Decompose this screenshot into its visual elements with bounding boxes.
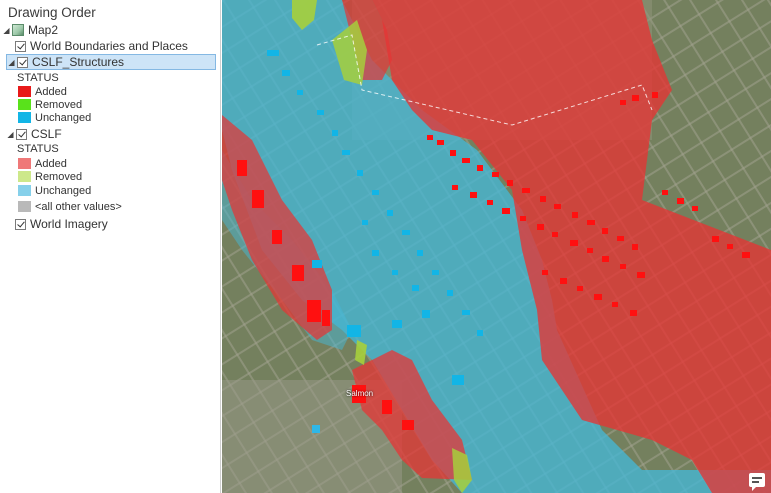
legend-label: Added xyxy=(35,157,67,170)
panel-title: Drawing Order xyxy=(8,5,96,20)
legend-label: Removed xyxy=(35,98,83,111)
pool xyxy=(312,425,320,433)
legend-swatch xyxy=(18,185,31,196)
layer-label: World Imagery xyxy=(30,217,108,231)
legend-item: Added xyxy=(18,157,67,170)
layer-cslf-structures[interactable]: ◢ CSLF_Structures xyxy=(6,54,216,70)
map-view[interactable]: Salmon xyxy=(222,0,771,493)
legend-item: Unchanged xyxy=(18,111,91,124)
layer-world-imagery[interactable]: World Imagery xyxy=(15,216,108,232)
status-header: STATUS xyxy=(17,72,59,84)
layer-world-boundaries[interactable]: World Boundaries and Places xyxy=(15,38,188,54)
status-header: STATUS xyxy=(17,143,59,155)
drawing-order-panel: Drawing Order ◢ Map2 World Boundaries an… xyxy=(0,0,221,493)
legend-label: Unchanged xyxy=(35,111,92,124)
legend-swatch xyxy=(18,99,31,110)
legend-label: Unchanged xyxy=(35,184,92,197)
legend-label: <all other values> xyxy=(35,200,122,213)
layer-label: CSLF_Structures xyxy=(32,55,125,69)
legend-swatch xyxy=(18,86,31,97)
legend-item: <all other values> xyxy=(18,200,122,213)
layer-label: CSLF xyxy=(31,127,62,141)
legend-label: Removed xyxy=(35,170,83,183)
layer-cslf[interactable]: ◢ CSLF xyxy=(6,126,62,142)
chat-icon[interactable] xyxy=(749,473,765,491)
map-icon xyxy=(12,24,24,36)
legend-swatch xyxy=(18,171,31,182)
legend-swatch xyxy=(18,112,31,123)
layer-visibility-checkbox[interactable] xyxy=(15,218,26,230)
layer-visibility-checkbox[interactable] xyxy=(15,40,26,52)
legend-swatch xyxy=(18,201,31,212)
map-node[interactable]: ◢ Map2 xyxy=(2,22,58,38)
legend-item: Removed xyxy=(18,98,82,111)
layer-visibility-checkbox[interactable] xyxy=(16,128,27,140)
legend-item: Removed xyxy=(18,170,82,183)
collapse-icon[interactable]: ◢ xyxy=(2,26,11,35)
layer-visibility-checkbox[interactable] xyxy=(17,56,28,68)
collapse-icon[interactable]: ◢ xyxy=(7,58,16,67)
map-label: Map2 xyxy=(28,23,59,37)
legend-label: Added xyxy=(35,85,67,98)
map-canvas[interactable] xyxy=(222,0,771,493)
layer-label: World Boundaries and Places xyxy=(30,39,188,53)
legend-item: Added xyxy=(18,85,67,98)
place-label: Salmon xyxy=(346,389,374,398)
legend-item: Unchanged xyxy=(18,184,91,197)
legend-swatch xyxy=(18,158,31,169)
collapse-icon[interactable]: ◢ xyxy=(6,130,15,139)
